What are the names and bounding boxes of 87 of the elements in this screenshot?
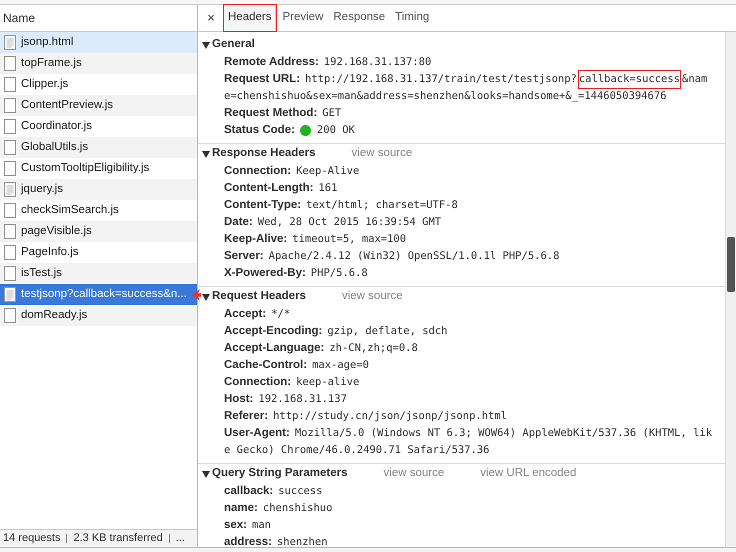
request-name: checkSimSearch.js xyxy=(21,202,119,218)
view-link[interactable]: view source xyxy=(342,288,403,306)
header-entry: callback: success xyxy=(223,484,324,499)
header-entry: name: chenshishuo xyxy=(223,501,334,516)
document-icon xyxy=(4,182,16,197)
triangle-icon[interactable] xyxy=(202,150,210,158)
view-link[interactable]: view URL encoded xyxy=(480,464,576,482)
tab[interactable]: Headers xyxy=(224,5,276,31)
file-icon xyxy=(4,266,16,281)
request-name: Coordinator.js xyxy=(21,118,92,134)
header-entry: sex: man xyxy=(223,518,272,533)
header-entry: Accept-Language: zh-CN,zh;q=0.8 xyxy=(223,341,419,356)
scrollbar[interactable] xyxy=(725,32,736,547)
header-entry: Remote Address: 192.168.31.137:80 xyxy=(223,55,432,70)
section-title[interactable]: Request Headers xyxy=(212,288,306,306)
header-entry: Content-Length: 161 xyxy=(223,181,338,196)
header-entry: Referer: http://study.cn/json/jsonp/jsonp.html xyxy=(223,409,508,424)
request-name: jquery.js xyxy=(21,182,63,197)
header-value: &nam xyxy=(682,72,708,87)
header-entry: address: shenzhen xyxy=(223,535,329,547)
request-name: ContentPreview.js xyxy=(21,98,114,113)
header-entry: Cache-Control: max-age=0 xyxy=(223,358,370,373)
request-name: PageInfo.js xyxy=(21,244,79,260)
header-entry: X-Powered-By: PHP/5.6.8 xyxy=(223,266,369,281)
file-icon xyxy=(4,224,16,239)
triangle-icon[interactable] xyxy=(202,292,210,300)
request-row[interactable]: domReady.js xyxy=(0,305,197,326)
header-entry: Request Method: GET xyxy=(223,106,342,121)
header-name: Request URL: xyxy=(224,72,300,87)
highlighted-value: callback=success xyxy=(578,71,680,88)
request-name: topFrame.js xyxy=(21,56,82,71)
document-icon xyxy=(4,35,16,50)
request-row[interactable]: jsonp.html xyxy=(0,32,197,53)
request-name: CustomTooltipEligibility.js xyxy=(21,160,150,176)
file-icon xyxy=(4,98,16,113)
close-button[interactable]: × xyxy=(204,8,218,28)
tab[interactable]: Response xyxy=(329,5,390,31)
header-entry: Keep-Alive: timeout=5, max=100 xyxy=(223,232,408,247)
file-icon xyxy=(4,77,16,92)
request-name: testjsonp?callback=success&n... xyxy=(21,286,187,302)
request-name: GlobalUtils.js xyxy=(21,140,88,155)
header-value: 200 OK xyxy=(316,123,355,138)
status-text: 14 requests xyxy=(3,531,60,546)
file-icon xyxy=(4,245,16,260)
tab[interactable]: Timing xyxy=(391,5,434,31)
header-name: Status Code: xyxy=(224,123,295,138)
header-entry: Connection: keep-alive xyxy=(223,375,360,390)
tab[interactable]: Preview xyxy=(278,5,328,31)
header-entry: Accept-Encoding: gzip, deflate, sdch xyxy=(223,324,448,339)
request-row[interactable]: testjsonp?callback=success&n... xyxy=(0,284,197,305)
file-icon xyxy=(4,119,16,134)
view-link[interactable]: view source xyxy=(352,144,412,162)
annotation-arrow xyxy=(192,289,201,301)
request-row[interactable]: GlobalUtils.js xyxy=(0,137,197,158)
file-icon xyxy=(4,203,16,218)
request-row[interactable]: pageVisible.js xyxy=(0,221,197,242)
status-text: 2.3 KB transferred xyxy=(73,531,163,546)
request-name: domReady.js xyxy=(21,308,88,323)
request-row[interactable]: isTest.js xyxy=(0,263,197,284)
header-entry: Date: Wed, 28 Oct 2015 16:39:54 GMT xyxy=(223,215,442,230)
header-entry: Content-Type: text/html; charset=UTF-8 xyxy=(223,198,459,213)
file-icon xyxy=(4,308,16,323)
request-name: isTest.js xyxy=(21,266,62,281)
request-name: pageVisible.js xyxy=(21,224,92,239)
header-entry: Accept: */* xyxy=(223,307,292,322)
status-text: ... xyxy=(176,531,185,546)
section-title[interactable]: Response Headers xyxy=(212,144,316,162)
request-row[interactable]: topFrame.js xyxy=(0,53,197,74)
header-value: http://192.168.31.137/train/test/testjsonp? xyxy=(305,72,577,87)
section-title[interactable]: Query String Parameters xyxy=(212,464,348,482)
header-entry: Host: 192.168.31.137 xyxy=(223,392,348,407)
header-value: e=chenshishuo&sex=man&address=shenzhen&looks=handsome+&_=1446050394676 xyxy=(224,89,667,104)
request-name: Clipper.js xyxy=(21,76,68,92)
triangle-icon[interactable] xyxy=(202,40,210,48)
request-row[interactable]: ContentPreview.js xyxy=(0,95,197,116)
section-title[interactable]: General xyxy=(212,36,255,54)
header-entry: User-Agent: Mozilla/5.0 (Windows NT 6.3; WOW64) AppleWebKit/537.36 (KHTML, like Gecko) Chrome/46.0.2490.71 Safari/537.36 xyxy=(223,426,714,458)
header-entry: Server: Apache/2.4.12 (Win32) OpenSSL/1.0.1l PHP/5.6.8 xyxy=(223,249,560,264)
view-link[interactable]: view source xyxy=(384,464,444,482)
request-name: jsonp.html xyxy=(21,34,74,50)
file-icon xyxy=(4,140,16,155)
document-icon xyxy=(4,287,16,302)
file-icon xyxy=(4,161,16,176)
header-entry: Connection: Keep-Alive xyxy=(223,164,360,179)
triangle-icon[interactable] xyxy=(202,470,210,478)
request-row[interactable]: jquery.js xyxy=(0,179,197,200)
file-icon xyxy=(4,56,16,71)
